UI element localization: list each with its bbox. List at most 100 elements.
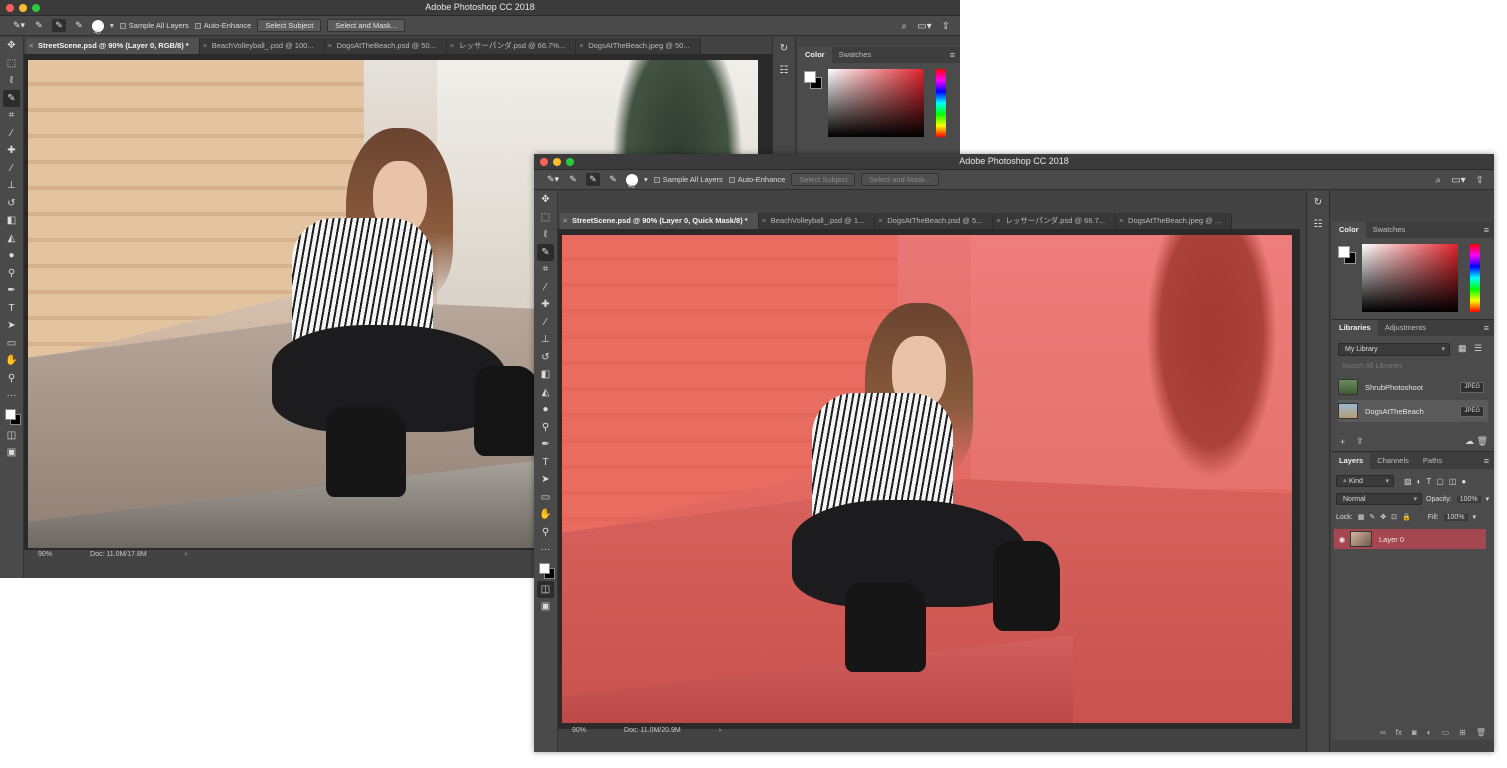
hand-tool-icon[interactable]: ✋ (534, 506, 557, 524)
quick-selection-tool-icon[interactable]: ✎ (537, 243, 554, 261)
tab-channels[interactable]: Channels (1370, 453, 1416, 469)
minimize-button[interactable] (553, 158, 561, 166)
sample-all-layers-checkbox[interactable]: Sample All Layers (119, 21, 189, 30)
blur-tool-icon[interactable]: ● (0, 247, 23, 265)
select-subject-button[interactable]: Select Subject (257, 19, 322, 32)
tab-beachvolleyball[interactable]: × BeachVolleyball_.psd @ 1... (759, 213, 876, 229)
paint-bucket-tool-icon[interactable]: ◭ (0, 230, 23, 248)
tab-dogsatthebeach-psd[interactable]: × DogsAtTheBeach.psd @ 5... (875, 213, 994, 229)
foreground-background-swatch[interactable] (0, 405, 23, 427)
minimize-button[interactable] (19, 4, 27, 12)
opacity-input[interactable]: 100% (1456, 495, 1481, 503)
visibility-eye-icon[interactable]: ◉ (1334, 535, 1350, 544)
panel-menu-icon[interactable]: ≡ (1484, 222, 1489, 238)
lock-transparent-icon[interactable]: ▦ (1358, 513, 1365, 521)
type-tool-icon[interactable]: T (534, 454, 557, 472)
library-item[interactable]: DogsAtTheBeach JPEG (1338, 400, 1488, 422)
layer-row[interactable]: ◉ Layer 0 (1334, 529, 1486, 549)
rectangle-tool-icon[interactable]: ▭ (534, 489, 557, 507)
marquee-tool-icon[interactable]: ⬚ (0, 55, 23, 73)
tab-red-panda[interactable]: × レッサーパンダ.psd @ 66.7... (993, 213, 1117, 229)
new-selection-icon[interactable]: ✎ (32, 19, 46, 32)
tab-libraries[interactable]: Libraries (1332, 320, 1378, 336)
brush-tool-icon[interactable]: ⁄ (0, 160, 23, 178)
add-selection-icon[interactable]: ✎ (586, 173, 600, 186)
cloud-icon[interactable]: ☁ (1465, 436, 1474, 447)
list-view-icon[interactable]: ☰ (1474, 343, 1482, 354)
lasso-tool-icon[interactable]: ℓ (0, 72, 23, 90)
eraser-tool-icon[interactable]: ◧ (0, 212, 23, 230)
zoom-button[interactable] (566, 158, 574, 166)
tab-color[interactable]: Color (1332, 222, 1366, 238)
select-and-mask-button[interactable]: Select and Mask... (861, 173, 939, 186)
eraser-tool-icon[interactable]: ◧ (534, 366, 557, 384)
tab-color[interactable]: Color (798, 47, 832, 63)
quick-selection-preset-icon[interactable]: ✎▾ (546, 173, 560, 186)
auto-enhance-checkbox[interactable]: Auto-Enhance (194, 21, 251, 30)
history-panel-icon[interactable]: ↻ (773, 37, 795, 59)
move-tool-icon[interactable]: ✥ (0, 37, 23, 55)
tab-swatches[interactable]: Swatches (832, 47, 879, 63)
crop-tool-icon[interactable]: ⌗ (534, 261, 557, 279)
fill-input[interactable]: 100% (1443, 513, 1468, 521)
move-tool-icon[interactable]: ✥ (534, 191, 557, 209)
pixel-filter-icon[interactable]: ▨ (1404, 477, 1412, 486)
upload-icon[interactable]: ⇪ (1356, 436, 1364, 447)
layer-style-icon[interactable]: fx (1396, 728, 1402, 737)
lock-position-icon[interactable]: ✥ (1380, 513, 1386, 521)
brush-dropdown-icon[interactable]: ▾ (644, 175, 648, 184)
more-tools-icon[interactable]: ··· (534, 541, 557, 559)
hand-tool-icon[interactable]: ✋ (0, 352, 23, 370)
clone-stamp-tool-icon[interactable]: ⊥ (0, 177, 23, 195)
marquee-tool-icon[interactable]: ⬚ (534, 209, 557, 227)
brush-dropdown-icon[interactable]: ▾ (110, 21, 114, 30)
tab-paths[interactable]: Paths (1416, 453, 1449, 469)
shape-filter-icon[interactable]: ▢ (1436, 477, 1444, 486)
select-subject-button[interactable]: Select Subject (791, 173, 856, 186)
workspace-icon[interactable]: ▭▾ (1451, 175, 1465, 186)
lock-all-icon[interactable]: 🔒 (1402, 513, 1411, 521)
foreground-background-swatch[interactable] (534, 559, 557, 581)
path-selection-tool-icon[interactable]: ➤ (534, 471, 557, 489)
screen-mode-icon[interactable]: ▣ (534, 598, 557, 616)
close-button[interactable] (540, 158, 548, 166)
search-icon[interactable]: ⌕ (902, 21, 908, 32)
new-selection-icon[interactable]: ✎ (566, 173, 580, 186)
crop-tool-icon[interactable]: ⌗ (0, 107, 23, 125)
link-layers-icon[interactable]: ∞ (1380, 728, 1386, 737)
history-panel-icon[interactable]: ↻ (1307, 191, 1329, 213)
share-icon[interactable]: ⇪ (1476, 175, 1484, 186)
adjustment-layer-icon[interactable]: ◐ (1427, 728, 1432, 737)
tab-beachvolleyball[interactable]: × BeachVolleyball_.psd @ 100... (200, 38, 325, 54)
lock-pixels-icon[interactable]: ✎ (1369, 513, 1375, 521)
close-button[interactable] (6, 4, 14, 12)
properties-panel-icon[interactable]: ☷ (773, 59, 795, 81)
panel-menu-icon[interactable]: ≡ (1484, 453, 1489, 469)
color-picker-field[interactable] (828, 69, 924, 137)
path-selection-tool-icon[interactable]: ➤ (0, 317, 23, 335)
subtract-selection-icon[interactable]: ✎ (72, 19, 86, 32)
eyedropper-tool-icon[interactable]: ⁄ (0, 125, 23, 143)
subtract-selection-icon[interactable]: ✎ (606, 173, 620, 186)
tab-dogsatthebeach-jpeg[interactable]: × DogsAtTheBeach.jpeg @ 50... (576, 38, 701, 54)
new-layer-icon[interactable]: ⊞ (1459, 728, 1466, 737)
library-search-input[interactable]: Search All Libraries (1338, 361, 1488, 373)
quick-selection-tool-icon[interactable]: ✎ (3, 89, 20, 107)
dodge-tool-icon[interactable]: ⚲ (534, 419, 557, 437)
paint-bucket-tool-icon[interactable]: ◭ (534, 384, 557, 402)
layer-name[interactable]: Layer 0 (1379, 535, 1404, 544)
zoom-level[interactable]: 90% (38, 548, 52, 562)
hue-slider[interactable] (936, 69, 946, 137)
brush-size-picker[interactable]: 45 (92, 19, 104, 36)
grid-view-icon[interactable]: ▦ (1458, 343, 1467, 354)
blur-tool-icon[interactable]: ● (534, 401, 557, 419)
pen-tool-icon[interactable]: ✒ (534, 436, 557, 454)
history-brush-tool-icon[interactable]: ↺ (0, 195, 23, 213)
tab-dogsatthebeach-psd[interactable]: × DogsAtTheBeach.psd @ 50... (325, 38, 447, 54)
brush-size-picker[interactable]: 45 (626, 173, 638, 190)
smart-object-filter-icon[interactable]: ◫ (1449, 477, 1457, 486)
tab-adjustments[interactable]: Adjustments (1378, 320, 1433, 336)
properties-panel-icon[interactable]: ☷ (1307, 213, 1329, 235)
zoom-level[interactable]: 90% (572, 724, 586, 738)
auto-enhance-checkbox[interactable]: Auto-Enhance (728, 175, 785, 184)
